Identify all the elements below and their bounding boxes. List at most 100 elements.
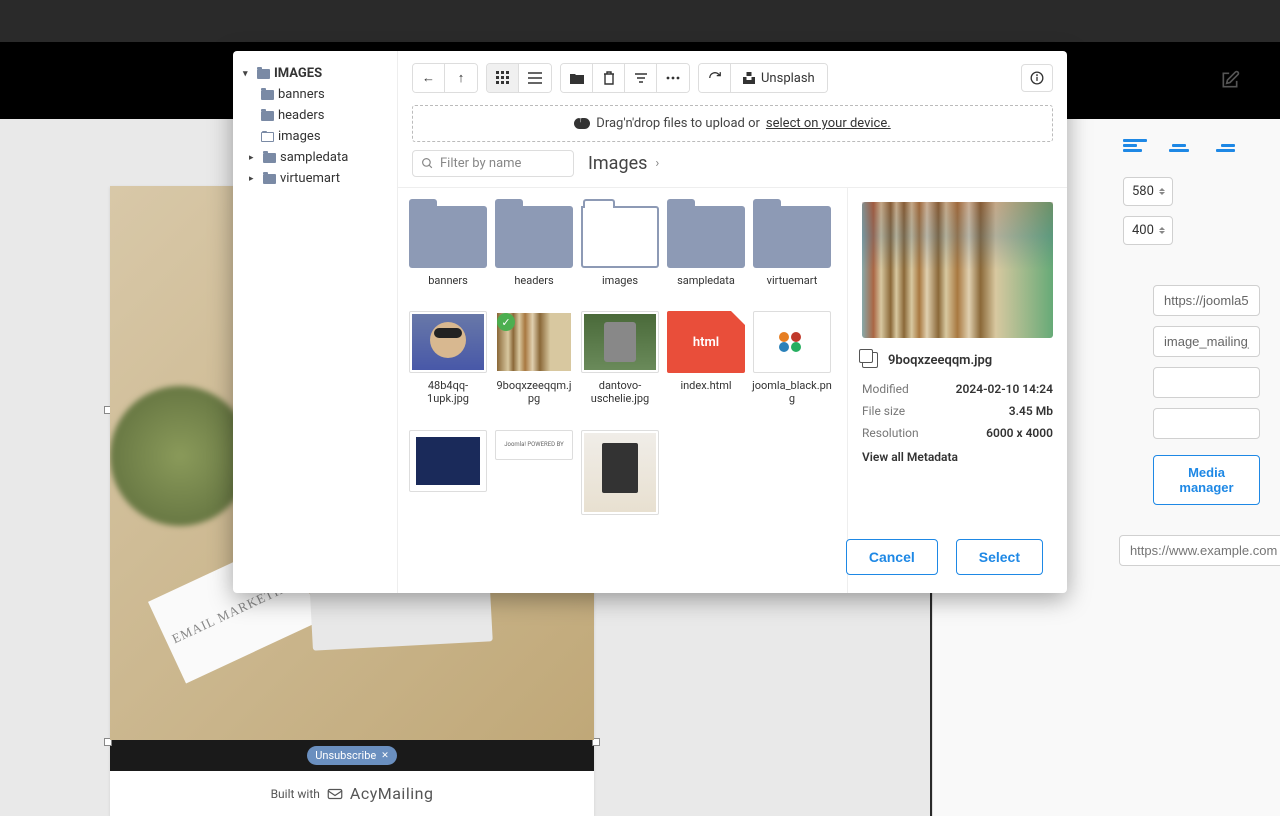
file-grid-scroll[interactable]: banners headers images sampledata virtue… (398, 188, 847, 593)
sort-button[interactable] (625, 64, 657, 92)
folder-tree: ▾ IMAGES banners headers images ▸ sampled… (233, 51, 398, 593)
acymailing-text: AcyMailing (350, 784, 434, 803)
filename-input[interactable] (1153, 326, 1260, 357)
height-input[interactable]: 400 (1123, 216, 1173, 245)
list-view-button[interactable] (519, 64, 551, 92)
file-item[interactable]: joomla_black.png (752, 311, 832, 405)
search-icon (421, 157, 434, 170)
link-input[interactable] (1119, 535, 1280, 566)
folder-item[interactable]: images (580, 206, 660, 287)
refresh-button[interactable] (699, 64, 731, 92)
file-item[interactable]: html index.html (666, 311, 746, 405)
meta-size-value: 3.45 Mb (1009, 404, 1053, 418)
up-button[interactable]: ↑ (445, 64, 477, 92)
image-thumb: Joomla! POWERED BY (495, 430, 573, 460)
copy-filename-button[interactable] (862, 352, 878, 368)
preview-filename: 9boqxzeeqqm.jpg (888, 353, 992, 368)
alignment-buttons (1123, 139, 1260, 157)
tree-label: sampledata (280, 150, 348, 165)
grid-view-button[interactable] (487, 64, 519, 92)
file-grid: banners headers images sampledata virtue… (408, 206, 843, 515)
folder-label: images (602, 274, 638, 287)
folder-item[interactable]: virtuemart (752, 206, 832, 287)
tree-label: images (278, 129, 321, 144)
delete-button[interactable] (593, 64, 625, 92)
file-item[interactable]: 48b4qq-1upk.jpg (408, 311, 488, 405)
file-item[interactable]: Joomla! POWERED BY (494, 430, 574, 515)
built-with-text: Built with (271, 787, 320, 801)
new-folder-button[interactable] (561, 64, 593, 92)
caret-down-icon[interactable]: ▾ (243, 69, 253, 79)
cancel-button[interactable]: Cancel (846, 539, 938, 575)
media-manager-button[interactable]: Media manager (1153, 455, 1260, 505)
align-center-button[interactable] (1167, 139, 1191, 157)
tree-item-headers[interactable]: headers (239, 105, 391, 126)
image-thumb: ✓ (495, 311, 573, 373)
file-label: 9boqxzeeqqm.jpg (494, 379, 574, 405)
folder-item[interactable]: headers (494, 206, 574, 287)
filter-row: Filter by name Images › (398, 150, 1067, 187)
blank-input-1[interactable] (1153, 367, 1260, 398)
info-button[interactable] (1021, 64, 1053, 92)
back-button[interactable]: ← (413, 64, 445, 92)
info-icon (1030, 71, 1044, 85)
folder-icon (495, 206, 573, 268)
file-label: 48b4qq-1upk.jpg (408, 379, 488, 405)
folder-icon (263, 153, 276, 163)
file-label: joomla_black.png (752, 379, 832, 405)
folder-icon (261, 111, 274, 121)
file-label: index.html (680, 379, 731, 392)
view-all-metadata-link[interactable]: View all Metadata (862, 450, 1053, 464)
image-thumb (581, 430, 659, 515)
dots-icon (666, 76, 680, 80)
dropzone-select-link[interactable]: select on your device. (766, 116, 891, 131)
align-left-button[interactable] (1123, 139, 1147, 157)
folder-icon (263, 174, 276, 184)
dropzone-text: Drag'n'drop files to upload or (596, 116, 760, 131)
filter-input[interactable]: Filter by name (412, 150, 574, 177)
tree-item-banners[interactable]: banners (239, 84, 391, 105)
upload-dropzone[interactable]: Drag'n'drop files to upload or select on… (412, 105, 1053, 142)
folder-item[interactable]: sampledata (666, 206, 746, 287)
meta-size-label: File size (862, 404, 905, 418)
tree-root[interactable]: ▾ IMAGES (239, 63, 391, 84)
blank-input-2[interactable] (1153, 408, 1260, 439)
width-input[interactable]: 580 (1123, 177, 1173, 206)
folder-icon (667, 206, 745, 268)
unsubscribe-chip[interactable]: Unsubscribe ✕ (307, 746, 397, 765)
acymailing-icon (326, 785, 344, 803)
meta-res-label: Resolution (862, 426, 919, 440)
more-button[interactable] (657, 64, 689, 92)
align-right-button[interactable] (1211, 139, 1235, 157)
unsubscribe-remove-icon[interactable]: ✕ (381, 751, 389, 761)
file-item[interactable]: dantovo-uschelie.jpg (580, 311, 660, 405)
select-button[interactable]: Select (956, 539, 1043, 575)
edit-tab-icon (1220, 70, 1240, 90)
file-item[interactable] (408, 430, 488, 515)
modal-body: banners headers images sampledata virtue… (398, 187, 1067, 593)
folder-icon (261, 90, 274, 100)
caret-right-icon[interactable]: ▸ (249, 153, 259, 163)
grid-icon (496, 71, 510, 85)
breadcrumb[interactable]: Images › (588, 153, 659, 174)
tree-item-sampledata[interactable]: ▸ sampledata (239, 147, 391, 168)
tree-item-virtuemart[interactable]: ▸ virtuemart (239, 168, 391, 189)
file-item[interactable] (580, 430, 660, 515)
url-input[interactable] (1153, 285, 1260, 316)
tree-item-images[interactable]: images (239, 126, 391, 147)
tree-root-label: IMAGES (274, 66, 322, 81)
image-thumb (753, 311, 831, 373)
tree-label: virtuemart (280, 171, 340, 186)
folder-icon (257, 69, 270, 79)
modal-main: ← ↑ Unsplash (398, 51, 1067, 593)
sort-icon (634, 72, 648, 84)
height-value: 400 (1132, 223, 1154, 238)
caret-right-icon[interactable]: ▸ (249, 174, 259, 184)
image-thumb (409, 311, 487, 373)
width-value: 580 (1132, 184, 1154, 199)
file-item-selected[interactable]: ✓ 9boqxzeeqqm.jpg (494, 311, 574, 405)
joomla-icon (772, 327, 812, 357)
unsplash-button[interactable]: Unsplash (731, 64, 827, 92)
folder-item[interactable]: banners (408, 206, 488, 287)
html-file-icon: html (667, 311, 745, 373)
